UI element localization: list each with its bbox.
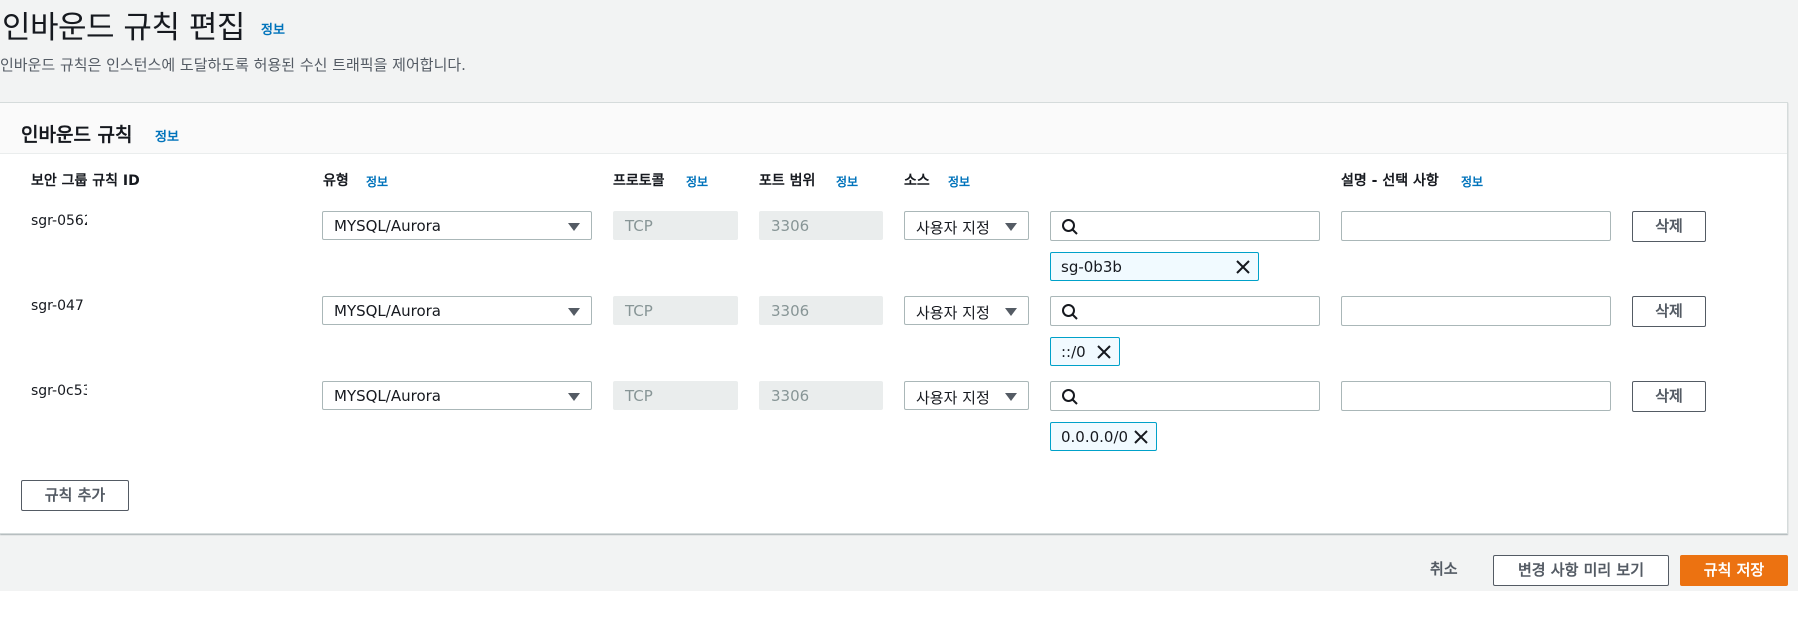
- source-search-input[interactable]: [1050, 211, 1320, 241]
- type-select[interactable]: MYSQL/Aurora: [322, 211, 592, 240]
- port-range-info-link[interactable]: 정보: [836, 173, 858, 190]
- source-token-label: ::/0: [1061, 343, 1086, 361]
- type-select-value: MYSQL/Aurora: [334, 217, 441, 235]
- port-range-field: 3306: [759, 211, 883, 240]
- delete-button[interactable]: 삭제: [1632, 381, 1706, 412]
- source-type-value: 사용자 지정: [916, 304, 990, 322]
- search-icon: [1062, 389, 1078, 405]
- type-select[interactable]: MYSQL/Aurora: [322, 381, 592, 410]
- rule-id: sgr-047: [31, 298, 84, 314]
- close-icon[interactable]: [1096, 344, 1112, 360]
- source-token: ::/0: [1050, 337, 1120, 366]
- source-token: 0.0.0.0/0: [1050, 422, 1157, 451]
- type-select-value: MYSQL/Aurora: [334, 302, 441, 320]
- rule-id: sgr-0c53: [31, 383, 87, 399]
- preview-changes-button[interactable]: 변경 사항 미리 보기: [1493, 555, 1669, 586]
- inbound-rules-panel: 인바운드 규칙 정보 보안 그룹 규칙 ID 유형 정보 프로토콜 정보 포트 …: [0, 102, 1788, 534]
- source-token: sg-0b3b: [1050, 252, 1259, 281]
- page-title: 인바운드 규칙 편집: [2, 10, 245, 46]
- panel-title: 인바운드 규칙: [21, 124, 133, 146]
- protocol-info-link[interactable]: 정보: [686, 173, 708, 190]
- source-type-select[interactable]: 사용자 지정: [904, 296, 1029, 325]
- close-icon[interactable]: [1235, 259, 1251, 275]
- column-header-protocol: 프로토콜: [613, 173, 665, 189]
- protocol-field: TCP: [613, 296, 738, 325]
- page-description: 인바운드 규칙은 인스턴스에 도달하도록 허용된 수신 트래픽을 제어합니다.: [0, 56, 466, 74]
- close-icon[interactable]: [1133, 429, 1149, 445]
- column-header-description: 설명 - 선택 사항: [1341, 173, 1439, 189]
- rule-id: sgr-0562: [31, 213, 87, 229]
- caret-down-icon: [1005, 223, 1017, 231]
- search-icon: [1062, 219, 1078, 235]
- source-search-input[interactable]: [1050, 296, 1320, 326]
- port-range-field: 3306: [759, 296, 883, 325]
- page-info-link[interactable]: 정보: [261, 19, 285, 38]
- cancel-button[interactable]: 취소: [1430, 558, 1458, 579]
- column-header-port-range: 포트 범위: [759, 173, 816, 189]
- source-type-select[interactable]: 사용자 지정: [904, 211, 1029, 240]
- source-search-input[interactable]: [1050, 381, 1320, 411]
- column-header-type: 유형: [323, 173, 349, 189]
- column-header-rule-id: 보안 그룹 규칙 ID: [31, 173, 140, 189]
- source-type-select[interactable]: 사용자 지정: [904, 381, 1029, 410]
- caret-down-icon: [568, 393, 580, 401]
- column-header-source: 소스: [904, 173, 930, 189]
- source-info-link[interactable]: 정보: [948, 173, 970, 190]
- type-select[interactable]: MYSQL/Aurora: [322, 296, 592, 325]
- description-input[interactable]: [1341, 296, 1611, 326]
- source-type-value: 사용자 지정: [916, 219, 990, 237]
- description-input[interactable]: [1341, 381, 1611, 411]
- add-rule-button[interactable]: 규칙 추가: [21, 480, 129, 511]
- caret-down-icon: [1005, 393, 1017, 401]
- source-type-value: 사용자 지정: [916, 389, 990, 407]
- search-icon: [1062, 304, 1078, 320]
- source-token-label: 0.0.0.0/0: [1061, 428, 1129, 446]
- delete-button[interactable]: 삭제: [1632, 211, 1706, 242]
- source-token-label: sg-0b3b: [1061, 258, 1122, 276]
- description-info-link[interactable]: 정보: [1461, 173, 1483, 190]
- caret-down-icon: [1005, 308, 1017, 316]
- type-select-value: MYSQL/Aurora: [334, 387, 441, 405]
- caret-down-icon: [568, 308, 580, 316]
- protocol-field: TCP: [613, 381, 738, 410]
- panel-info-link[interactable]: 정보: [155, 126, 179, 145]
- caret-down-icon: [568, 223, 580, 231]
- type-info-link[interactable]: 정보: [366, 173, 388, 190]
- panel-header: 인바운드 규칙 정보: [0, 103, 1787, 154]
- delete-button[interactable]: 삭제: [1632, 296, 1706, 327]
- description-input[interactable]: [1341, 211, 1611, 241]
- save-rules-button[interactable]: 규칙 저장: [1680, 555, 1788, 586]
- protocol-field: TCP: [613, 211, 738, 240]
- port-range-field: 3306: [759, 381, 883, 410]
